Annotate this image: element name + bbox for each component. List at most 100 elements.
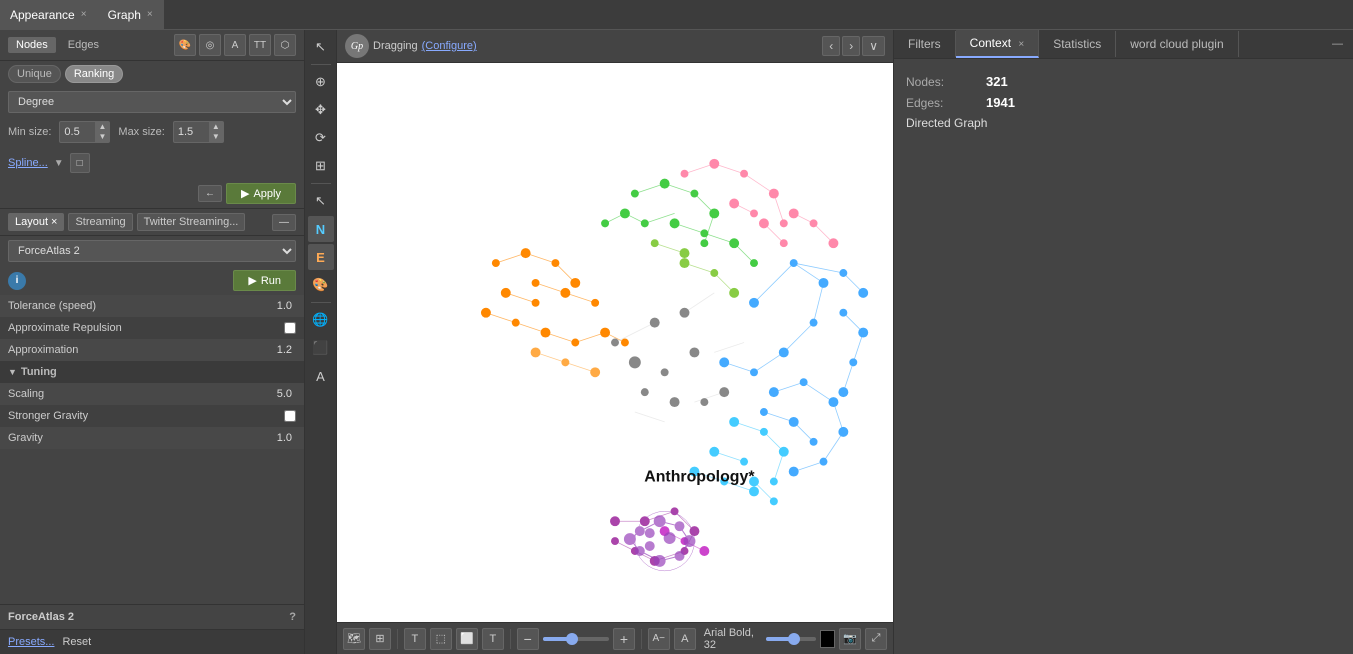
appearance-tab[interactable]: Appearance × <box>0 0 98 29</box>
vt-reset-btn[interactable]: ⟳ <box>308 125 334 151</box>
nodes-tab[interactable]: Nodes <box>8 37 56 53</box>
maxsize-up[interactable]: ▲ <box>209 122 223 132</box>
bt-expand-icon[interactable]: ⤢ <box>865 628 887 650</box>
presets-link[interactable]: Presets... <box>8 636 54 648</box>
degree-select[interactable]: Degree <box>8 91 296 113</box>
maxsize-down[interactable]: ▼ <box>209 132 223 142</box>
wordcloud-tab[interactable]: word cloud plugin <box>1116 31 1238 57</box>
spline-label[interactable]: Spline... <box>8 157 48 169</box>
vt-globe-btn[interactable]: 🌐 <box>308 307 334 333</box>
size-icon[interactable]: ◎ <box>199 34 221 56</box>
apply-button[interactable]: ▶ Apply <box>226 183 296 204</box>
color-picker[interactable] <box>820 630 835 648</box>
top-tabs-bar: Appearance × Graph × <box>0 0 1353 30</box>
param-row-stronger-gravity: Stronger Gravity <box>0 405 304 427</box>
run-label: Run <box>261 275 281 287</box>
param-row-tuning: ▼Tuning <box>0 361 304 383</box>
scaling-label: Scaling <box>8 388 277 400</box>
minsize-up[interactable]: ▲ <box>95 122 109 132</box>
apply-label: Apply <box>253 188 281 200</box>
info-icon[interactable]: i <box>8 272 26 290</box>
run-button[interactable]: ▶ Run <box>233 270 296 291</box>
ranking-tabs: Unique Ranking <box>0 61 304 87</box>
vt-text-btn[interactable]: A <box>308 363 334 389</box>
bt-empty-icon[interactable]: ⬜ <box>456 628 478 650</box>
minsize-down[interactable]: ▼ <box>95 132 109 142</box>
appearance-tab-close[interactable]: × <box>81 9 87 20</box>
layout-collapse-btn[interactable]: — <box>272 214 296 231</box>
bt-grid-icon[interactable]: ⊞ <box>369 628 391 650</box>
bt-plus-icon[interactable]: + <box>613 628 635 650</box>
layout-algorithm-select[interactable]: ForceAtlas 2 <box>8 240 296 262</box>
configure-link[interactable]: (Configure) <box>422 40 477 52</box>
nav-back-btn[interactable]: ‹ <box>822 36 840 56</box>
param-row-gravity: Gravity 1.0 <box>0 427 304 449</box>
run-icon: ▶ <box>248 274 256 287</box>
scaling-value: 5.0 <box>277 388 292 400</box>
graph-canvas[interactable]: Anthropology* <box>337 63 893 622</box>
maxsize-field[interactable] <box>174 124 209 140</box>
font-slider[interactable] <box>766 637 816 641</box>
edges-row: Edges: 1941 <box>906 92 1341 113</box>
vt-zoom-btn[interactable]: ⊕ <box>308 69 334 95</box>
maxsize-input[interactable]: ▲ ▼ <box>173 121 224 143</box>
twitter-tab-label: Twitter Streaming... <box>144 216 239 228</box>
minsize-field[interactable] <box>60 124 95 140</box>
run-row: i ▶ Run <box>0 266 304 295</box>
layout-header: Layout × Streaming Twitter Streaming... … <box>0 209 304 236</box>
stronger-gravity-checkbox[interactable] <box>284 410 296 422</box>
twitter-tab[interactable]: Twitter Streaming... <box>137 213 246 231</box>
unique-tab[interactable]: Unique <box>8 65 61 83</box>
vt-edge-btn[interactable]: E <box>308 244 334 270</box>
context-tab[interactable]: Context × <box>956 30 1040 58</box>
help-icon[interactable]: ? <box>289 611 296 623</box>
vt-paint-btn[interactable]: 🎨 <box>308 272 334 298</box>
bt-minus-icon[interactable]: − <box>517 628 539 650</box>
vt-sep2 <box>311 183 331 184</box>
ranking-tab[interactable]: Ranking <box>65 65 123 83</box>
nav-forward-btn[interactable]: › <box>842 36 860 56</box>
spline-icon[interactable]: □ <box>70 153 90 173</box>
color-icon[interactable]: 🎨 <box>174 34 196 56</box>
streaming-tab[interactable]: Streaming <box>68 213 132 231</box>
layout-tab-close[interactable]: × <box>51 216 57 228</box>
minsize-input[interactable]: ▲ ▼ <box>59 121 110 143</box>
bt-box-icon[interactable]: ⬚ <box>430 628 452 650</box>
nav-menu-btn[interactable]: ∨ <box>862 36 885 56</box>
bt-camera-icon[interactable]: 📷 <box>839 628 861 650</box>
bt-t2-icon[interactable]: T <box>482 628 504 650</box>
vt-pan-btn[interactable]: ✥ <box>308 97 334 123</box>
left-arrow-btn[interactable]: ← <box>198 185 222 202</box>
layout-tab[interactable]: Layout × <box>8 213 64 231</box>
filters-tab[interactable]: Filters <box>894 31 956 57</box>
vt-cursor-btn[interactable]: ↖ <box>308 34 334 60</box>
size-slider[interactable] <box>543 637 609 641</box>
graph-tab[interactable]: Graph × <box>98 0 164 29</box>
approx-repulsion-checkbox[interactable] <box>284 322 296 334</box>
param-row-approximation: Approximation 1.2 <box>0 339 304 361</box>
reset-button[interactable]: Reset <box>62 636 91 648</box>
filter-icon[interactable]: ▼ <box>54 158 64 169</box>
bt-font-icon[interactable]: A <box>674 628 696 650</box>
vt-fit-btn[interactable]: ⊞ <box>308 153 334 179</box>
label-icon[interactable]: A <box>224 34 246 56</box>
vt-square-btn[interactable]: ⬛ <box>308 335 334 361</box>
bt-text-icon[interactable]: T <box>404 628 426 650</box>
footer-layout-name: ForceAtlas 2 <box>8 611 74 623</box>
vt-select-btn[interactable]: ↖ <box>308 188 334 214</box>
nodes-row: Nodes: 321 <box>906 71 1341 92</box>
text-icon[interactable]: TT <box>249 34 271 56</box>
vt-node-btn[interactable]: N <box>308 216 334 242</box>
context-tab-label: Context <box>970 36 1011 50</box>
edges-tab[interactable]: Edges <box>60 37 107 53</box>
bt-map-icon[interactable]: 🗺 <box>343 628 365 650</box>
statistics-tab[interactable]: Statistics <box>1039 31 1116 57</box>
presets-row: Presets... Reset <box>0 629 304 654</box>
bt-font-minus-icon[interactable]: A− <box>648 628 670 650</box>
bottom-toolbar: 🗺 ⊞ T ⬚ ⬜ T − + A− A Arial Bold, 32 📷 <box>337 622 893 654</box>
graph-tab-close[interactable]: × <box>147 9 153 20</box>
context-tab-close[interactable]: × <box>1018 39 1024 50</box>
right-minimize-btn[interactable]: — <box>1322 32 1353 56</box>
shape-icon[interactable]: ⬡ <box>274 34 296 56</box>
tolerance-value: 1.0 <box>277 300 292 312</box>
